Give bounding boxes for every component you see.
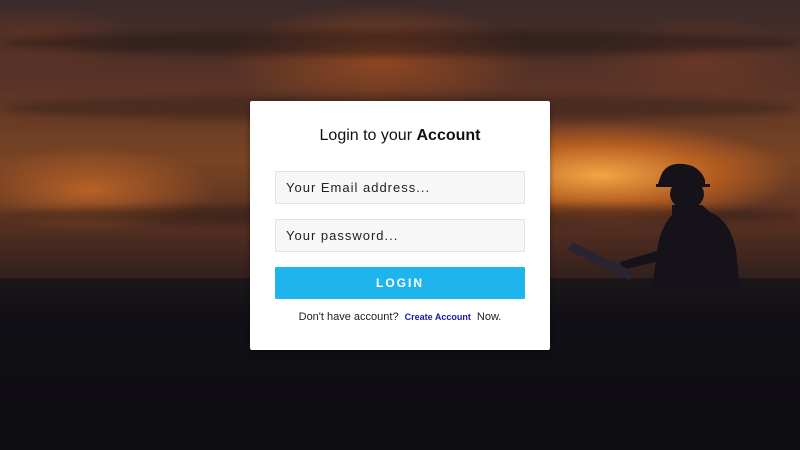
signup-prompt-prefix: Don't have account? — [298, 311, 399, 323]
signup-prompt: Don't have account? Create Account Now. — [250, 311, 550, 323]
login-card: Login to your Account LOGIN Don't have a… — [250, 101, 550, 350]
create-account-link[interactable]: Create Account — [405, 312, 471, 322]
cloud-layer — [0, 30, 800, 56]
login-button[interactable]: LOGIN — [275, 267, 525, 299]
signup-prompt-suffix: Now. — [476, 311, 502, 323]
email-input[interactable] — [275, 171, 525, 204]
login-title: Login to your Account — [250, 127, 550, 145]
login-page: Login to your Account LOGIN Don't have a… — [0, 0, 800, 450]
person-silhouette-image — [568, 163, 740, 290]
login-title-emphasis: Account — [416, 127, 481, 144]
login-title-prefix: Login to your — [319, 127, 413, 144]
password-input[interactable] — [275, 219, 525, 252]
